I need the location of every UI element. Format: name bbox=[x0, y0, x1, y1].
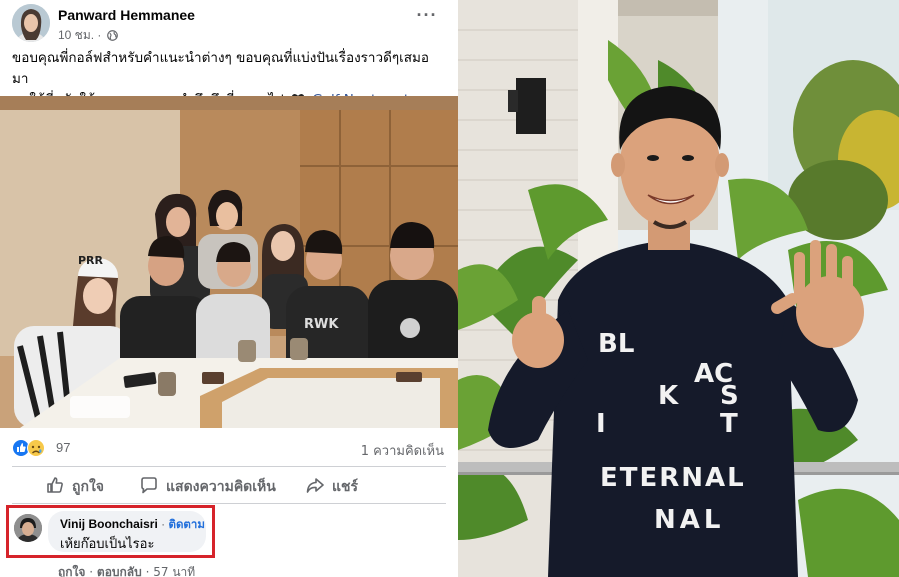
post-timestamp[interactable]: 10 ชม. bbox=[58, 28, 94, 42]
comment-like-link[interactable]: ถูกใจ bbox=[58, 565, 85, 577]
post-actions-bar: ถูกใจ แสดงความคิดเห็น แชร์ bbox=[12, 472, 446, 502]
comment-area: Vinij Boonchaisri · ติดตาม เห้ยก๊อบเป็นไ… bbox=[6, 505, 446, 577]
comment-count[interactable]: 1 ความคิดเห็น bbox=[361, 440, 444, 461]
meta-separator: · bbox=[97, 28, 102, 42]
comment-button[interactable]: แสดงความคิดเห็น bbox=[140, 472, 276, 502]
post-photo[interactable]: PRR RWK bbox=[0, 96, 458, 428]
sad-icon bbox=[27, 439, 45, 457]
reaction-count[interactable]: 97 bbox=[56, 440, 70, 455]
comment-sep: · bbox=[145, 565, 150, 577]
comment-actions: ถูกใจ · ตอบกลับ · 57 นาที bbox=[58, 563, 195, 577]
comment-text: เห้ยก๊อบเป็นไรอะ bbox=[60, 537, 155, 552]
comment-label: แสดงความคิดเห็น bbox=[166, 479, 276, 495]
comment-sep: · bbox=[89, 565, 94, 577]
reactions-bar: 97 1 ความคิดเห็น bbox=[12, 437, 446, 459]
share-button[interactable]: แชร์ bbox=[306, 472, 358, 502]
share-icon bbox=[306, 476, 324, 498]
commenter-avatar[interactable] bbox=[14, 514, 42, 542]
post-text-line-1: ขอบคุณพี่กอล์ฟสำหรับคำแนะนำต่างๆ ขอบคุณท… bbox=[12, 50, 429, 87]
portrait-photo: BL AC K S I T ETERNAL NAL bbox=[458, 0, 899, 577]
author-name[interactable]: Panward Hemmanee bbox=[58, 7, 195, 23]
shirt-text-bl: BL bbox=[598, 329, 634, 359]
svg-text:RWK: RWK bbox=[304, 317, 339, 332]
commenter-name[interactable]: Vinij Boonchaisri bbox=[60, 517, 158, 531]
divider bbox=[12, 466, 446, 467]
reaction-icons[interactable] bbox=[12, 439, 48, 457]
divider bbox=[12, 503, 446, 504]
comment-bubble: Vinij Boonchaisri · ติดตาม เห้ยก๊อบเป็นไ… bbox=[48, 511, 206, 552]
thumbs-up-icon bbox=[46, 476, 64, 498]
shirt-text-s: S bbox=[720, 381, 739, 411]
more-options-button[interactable]: ··· bbox=[414, 6, 440, 28]
follow-link[interactable]: ติดตาม bbox=[169, 517, 205, 531]
like-icon bbox=[12, 439, 30, 457]
name-separator: · bbox=[161, 517, 166, 531]
comment-time[interactable]: 57 นาที bbox=[153, 565, 195, 577]
author-avatar[interactable] bbox=[12, 4, 50, 42]
comment-reply-link[interactable]: ตอบกลับ bbox=[97, 565, 142, 577]
globe-icon bbox=[106, 30, 118, 44]
like-button[interactable]: ถูกใจ bbox=[46, 472, 104, 502]
svg-text:PRR: PRR bbox=[78, 254, 104, 267]
post-header: Panward Hemmanee 10 ชม. · ··· bbox=[12, 4, 446, 44]
shirt-text-k: K bbox=[658, 381, 679, 411]
shirt-text-eternal: ETERNAL bbox=[600, 463, 746, 493]
like-label: ถูกใจ bbox=[72, 479, 104, 495]
comment-icon bbox=[140, 476, 158, 498]
facebook-post: Panward Hemmanee 10 ชม. · ··· ขอบคุณพี่ก… bbox=[0, 0, 458, 577]
commenter-name-line: Vinij Boonchaisri · ติดตาม bbox=[60, 516, 205, 534]
shirt-text-i: I bbox=[596, 409, 606, 439]
shirt-text-t: T bbox=[720, 409, 738, 439]
share-label: แชร์ bbox=[332, 479, 359, 495]
post-meta: 10 ชม. · bbox=[58, 26, 118, 45]
shirt-text-nal: NAL bbox=[654, 505, 724, 535]
